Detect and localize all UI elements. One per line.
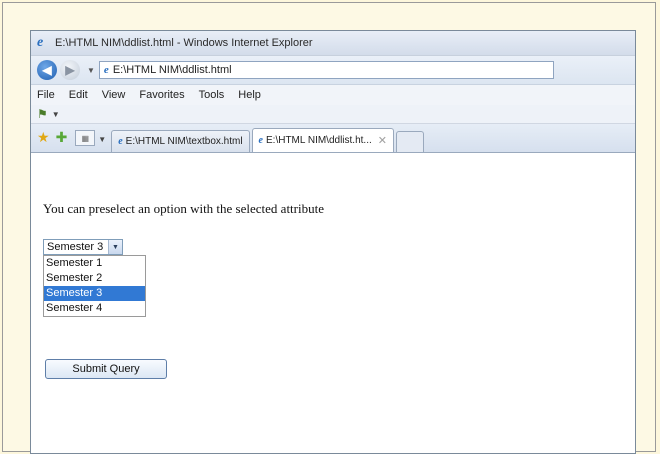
semester-select[interactable]: Semester 3 ▼ (43, 239, 123, 255)
title-bar: e E:\HTML NIM\ddlist.html - Windows Inte… (31, 31, 635, 56)
page-content: You can preselect an option with the sel… (31, 179, 635, 453)
add-favorites-icon[interactable]: ✚ (56, 129, 68, 146)
tab-list-dropdown-icon[interactable]: ▼ (98, 135, 106, 144)
window-title: E:\HTML NIM\ddlist.html - Windows Intern… (55, 37, 313, 49)
ie-logo-icon: e (37, 35, 44, 50)
tab-textbox[interactable]: e E:\HTML NIM\textbox.html (111, 130, 250, 152)
command-bar: ⚑ ▼ (31, 105, 635, 124)
new-tab-button[interactable] (395, 131, 424, 152)
tab-page-icon: e (258, 134, 263, 146)
favorites-star-icon[interactable]: ★ (37, 129, 50, 146)
dropdown-options: Semester 1 Semester 2 Semester 3 Semeste… (43, 255, 146, 317)
tab-label: E:\HTML NIM\ddlist.ht... (266, 135, 372, 146)
option-semester-2[interactable]: Semester 2 (44, 271, 145, 286)
tab-ddlist[interactable]: e E:\HTML NIM\ddlist.ht... ✕ (251, 128, 394, 152)
menu-bar: File Edit View Favorites Tools Help (31, 85, 635, 105)
intro-text: You can preselect an option with the sel… (43, 201, 324, 216)
submit-button[interactable]: Submit Query (45, 359, 167, 379)
convert-dropdown-icon[interactable]: ▼ (52, 110, 60, 119)
browser-window: e E:\HTML NIM\ddlist.html - Windows Inte… (30, 30, 636, 454)
back-arrow-icon[interactable]: ◀ (37, 60, 57, 80)
close-tab-icon[interactable]: ✕ (378, 134, 387, 147)
menu-favorites[interactable]: Favorites (139, 89, 184, 101)
address-text: E:\HTML NIM\ddlist.html (112, 64, 232, 76)
option-semester-1[interactable]: Semester 1 (44, 256, 145, 271)
option-semester-4[interactable]: Semester 4 (44, 301, 145, 316)
select-value: Semester 3 (47, 241, 104, 253)
menu-file[interactable]: File (37, 89, 55, 101)
option-semester-3[interactable]: Semester 3 (44, 286, 145, 301)
menu-help[interactable]: Help (238, 89, 261, 101)
tab-page-icon: e (118, 135, 123, 147)
menu-view[interactable]: View (102, 89, 126, 101)
forward-arrow-icon[interactable]: ▶ (60, 60, 80, 80)
tab-label: E:\HTML NIM\textbox.html (125, 136, 243, 147)
address-input[interactable]: e E:\HTML NIM\ddlist.html (98, 61, 554, 79)
page-icon: e (103, 64, 109, 76)
tab-bar: ★ ✚ ▦ ▼ e E:\HTML NIM\textbox.html e E:\… (31, 124, 635, 153)
convert-icon[interactable]: ⚑ (37, 107, 48, 121)
quick-tabs-icon[interactable]: ▦ (75, 130, 96, 146)
chevron-down-icon[interactable]: ▼ (108, 240, 122, 254)
address-bar: ◀ ▶ ▼ e E:\HTML NIM\ddlist.html (31, 56, 635, 85)
menu-tools[interactable]: Tools (199, 89, 225, 101)
menu-edit[interactable]: Edit (69, 89, 88, 101)
history-dropdown-icon[interactable]: ▼ (87, 66, 95, 75)
